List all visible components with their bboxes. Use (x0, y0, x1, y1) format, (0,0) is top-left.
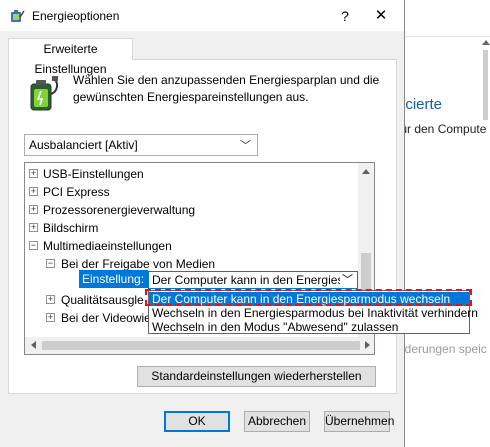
help-button[interactable]: ? (330, 4, 360, 28)
scroll-left-icon[interactable] (31, 341, 36, 349)
power-options-icon (11, 10, 25, 22)
scroll-thumb[interactable] (42, 341, 360, 350)
tree-item-label: Bildschirm (43, 221, 99, 235)
tree-item-label: USB-Einstellungen (43, 167, 144, 181)
scroll-right-icon[interactable] (365, 341, 370, 349)
expand-icon[interactable]: + (29, 205, 38, 214)
dropdown-option[interactable]: Wechseln in den Energiesparmodus bei Ina… (149, 306, 478, 320)
background-footer-text: nderungen speic (398, 342, 487, 356)
power-plan-value: Ausbalanciert [Aktiv] (29, 138, 138, 152)
window-title: Energieoptionen (32, 9, 120, 23)
highlight-box (145, 289, 472, 306)
expand-icon[interactable]: + (29, 169, 38, 178)
battery-plug-icon (30, 76, 59, 111)
chevron-down-icon: ﹀ (240, 140, 251, 152)
background-window: ncierte für den Compute nderungen speic (395, 0, 490, 447)
collapse-icon[interactable]: − (29, 241, 38, 250)
tree-item-label: Prozessorenergieverwaltung (43, 203, 196, 217)
scroll-up-icon[interactable] (362, 169, 370, 174)
collapse-icon[interactable]: − (46, 259, 55, 268)
apply-button[interactable]: Übernehmen (324, 411, 394, 432)
scroll-up-icon[interactable] (482, 40, 490, 45)
power-options-dialog: Energieoptionen ? ✕ Erweiterte Einstellu… (0, 0, 405, 447)
expand-icon[interactable]: + (46, 295, 55, 304)
tree-item-label: Multimediaeinstellungen (43, 239, 172, 253)
tree-horizontal-scrollbar[interactable] (25, 337, 374, 354)
scroll-thumb[interactable] (361, 253, 371, 293)
background-subtext: für den Compute (397, 122, 487, 136)
tab-advanced-settings[interactable]: Erweiterte Einstellungen (8, 38, 133, 76)
expand-icon[interactable]: + (46, 313, 55, 322)
setting-value: Der Computer kann in den Energiesp (152, 273, 351, 287)
chevron-down-icon: ﹀ (340, 272, 353, 288)
setting-label: Einstellung: (79, 270, 148, 288)
dropdown-option[interactable]: Wechseln in den Modus "Abwesend" zulasse… (149, 320, 469, 334)
title-bar: Energieoptionen ? ✕ (0, 0, 404, 31)
restore-defaults-button[interactable]: Standardeinstellungen wiederherstellen (137, 366, 376, 387)
setting-value-select[interactable]: Der Computer kann in den Energiesp ﹀ (148, 271, 358, 289)
scroll-thumb[interactable] (483, 50, 488, 120)
ok-button[interactable]: OK (164, 411, 230, 432)
tree-item-label: Qualitätsausgle (61, 293, 144, 307)
cancel-button[interactable]: Abbrechen (244, 411, 310, 432)
tree-item-label: PCI Express (43, 185, 110, 199)
close-button[interactable]: ✕ (364, 4, 398, 28)
background-divider (395, 36, 490, 37)
background-scrollbar[interactable] (481, 38, 490, 338)
description-text: Wählen Sie den anzupassenden Energiespar… (73, 73, 380, 104)
expand-icon[interactable]: + (29, 223, 38, 232)
expand-icon[interactable]: + (29, 187, 38, 196)
power-plan-select[interactable]: Ausbalanciert [Aktiv] ﹀ (24, 134, 258, 156)
tree-item-label: Bei der Videowie (61, 311, 151, 325)
